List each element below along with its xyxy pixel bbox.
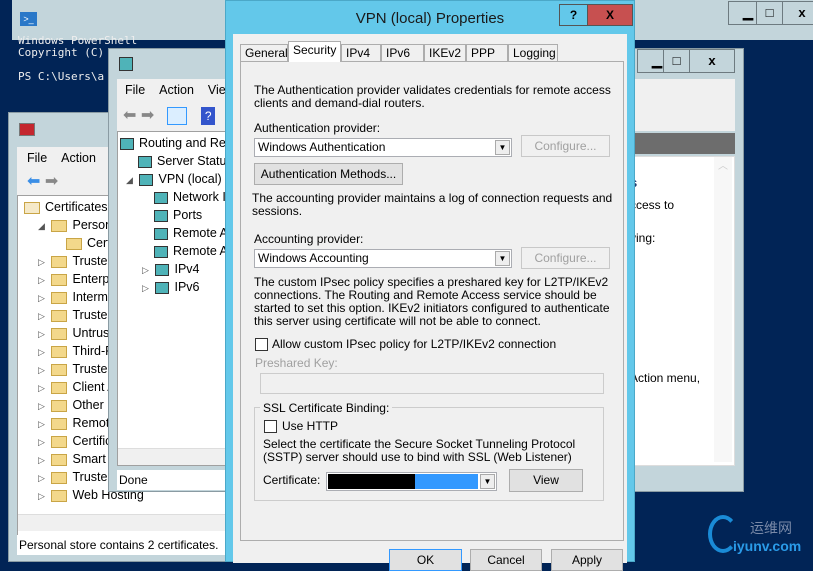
tab-ipv4[interactable]: IPv4 — [341, 44, 381, 62]
watermark-cn: 运维网 — [750, 520, 792, 536]
cancel-button[interactable]: Cancel — [470, 549, 542, 571]
certificate-label: Certificate: — [263, 473, 321, 487]
auth-methods-button[interactable]: Authentication Methods... — [254, 163, 403, 185]
ok-button[interactable]: OK — [389, 549, 462, 571]
dialog-content: General Security IPv4 IPv6 IKEv2 PPP Logging T… — [0, 0, 813, 571]
preshared-key-label: Preshared Key: — [255, 356, 338, 370]
auth-provider-label: Authentication provider: — [254, 121, 381, 135]
certificate-select[interactable]: ▼ — [326, 472, 497, 491]
ipsec-description: The custom IPsec policy specifies a pres… — [254, 275, 610, 328]
chevron-down-icon: ▼ — [495, 140, 510, 155]
use-http-label: Use HTTP — [282, 419, 339, 433]
redacted-certificate-name — [328, 474, 415, 489]
auth-description: The Authentication provider validates cr… — [254, 83, 611, 110]
accounting-description: The accounting provider maintains a log … — [252, 191, 613, 218]
sstp-description: Select the certificate the Secure Socket… — [263, 437, 576, 464]
preshared-key-input[interactable] — [260, 373, 604, 394]
tab-security[interactable]: Security — [288, 41, 341, 62]
auth-provider-select[interactable]: Windows Authentication ▼ — [254, 138, 512, 157]
apply-button[interactable]: Apply — [551, 549, 623, 571]
ipsec-checkbox[interactable] — [255, 338, 268, 351]
chevron-down-icon: ▼ — [495, 251, 510, 266]
select-value: Windows Accounting — [258, 251, 369, 265]
accounting-provider-select[interactable]: Windows Accounting ▼ — [254, 249, 512, 268]
use-http-checkbox[interactable] — [264, 420, 277, 433]
accounting-configure-button[interactable]: Configure... — [521, 247, 610, 269]
tab-logging[interactable]: Logging — [508, 44, 558, 62]
chevron-down-icon: ▼ — [480, 474, 495, 489]
ipsec-checkbox-label: Allow custom IPsec policy for L2TP/IKEv2… — [272, 337, 557, 351]
tab-ipv6[interactable]: IPv6 — [381, 44, 424, 62]
tab-general[interactable]: General — [240, 44, 288, 62]
tab-ppp[interactable]: PPP — [466, 44, 508, 62]
accounting-provider-label: Accounting provider: — [254, 232, 364, 246]
tab-ikev2[interactable]: IKEv2 — [424, 44, 466, 62]
auth-configure-button[interactable]: Configure... — [521, 135, 610, 157]
watermark-url: iyunv.com — [733, 538, 802, 554]
ssl-group-label: SSL Certificate Binding: — [260, 402, 393, 415]
view-button[interactable]: View — [509, 469, 583, 492]
select-value: Windows Authentication — [258, 140, 386, 154]
